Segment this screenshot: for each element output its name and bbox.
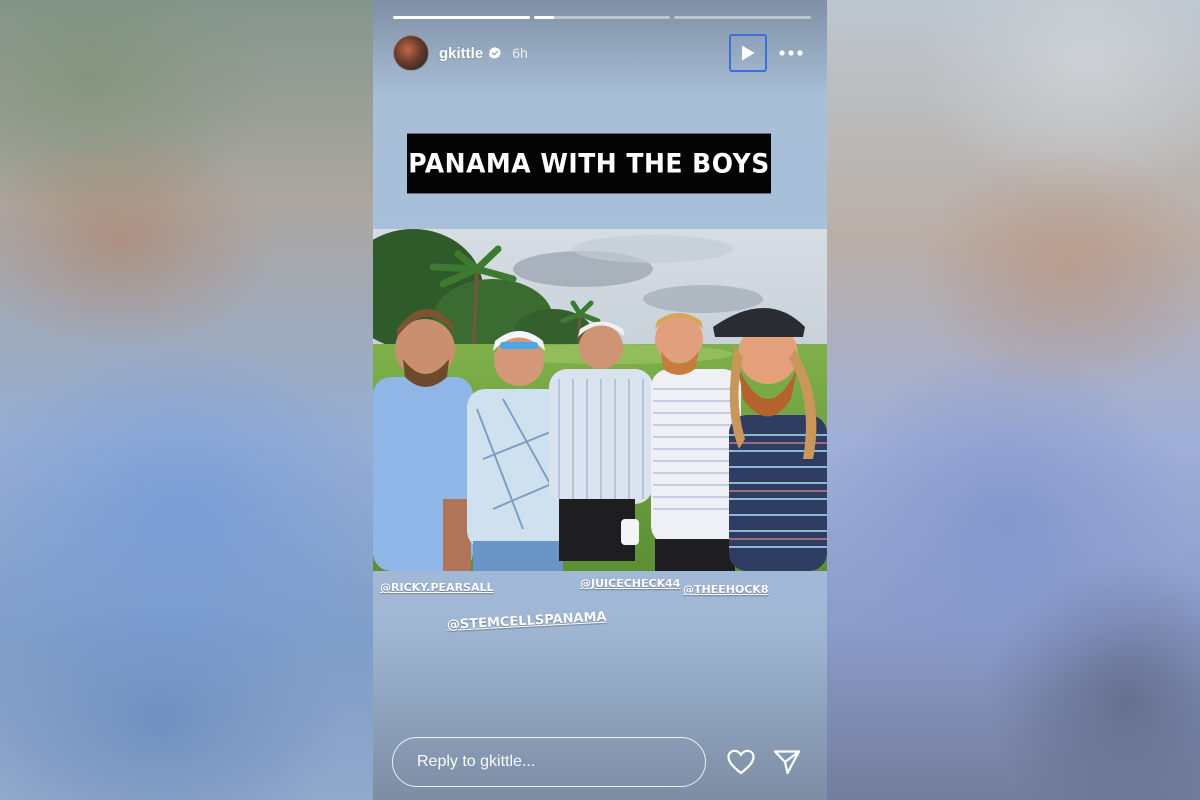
progress-segment — [533, 16, 671, 19]
heart-icon — [727, 749, 756, 775]
like-button[interactable] — [722, 742, 762, 782]
play-icon — [742, 45, 755, 61]
progress-segment — [393, 16, 530, 19]
more-horizontal-icon — [779, 50, 803, 56]
play-button[interactable] — [729, 34, 767, 72]
mention-tag[interactable]: @THEEHOCK8 — [683, 583, 769, 596]
share-button[interactable] — [767, 742, 807, 782]
username[interactable]: gkittle — [439, 45, 483, 62]
mention-tag[interactable]: @STEMCELLSPANAMA — [447, 610, 607, 633]
story-viewer: gkittle 6h PANAMA WITH THE BOYS @RICKY.P… — [373, 0, 827, 800]
reply-input[interactable]: Reply to gkittle... — [392, 737, 706, 787]
post-time: 6h — [512, 45, 528, 61]
story-photo — [373, 229, 827, 571]
reply-bar: Reply to gkittle... — [392, 737, 807, 787]
progress-segment — [674, 16, 812, 19]
story-progress — [393, 16, 812, 19]
more-options-button[interactable] — [775, 34, 807, 72]
mention-tag[interactable]: @RICKY.PEARSALL — [380, 581, 494, 594]
send-icon — [774, 750, 801, 775]
verified-badge-icon — [489, 46, 502, 59]
story-caption: PANAMA WITH THE BOYS — [407, 133, 771, 194]
story-header: gkittle 6h — [393, 33, 807, 73]
avatar[interactable] — [393, 35, 429, 71]
blurred-background-right — [827, 0, 1200, 800]
progress-fill — [393, 16, 530, 19]
blurred-background-left — [0, 0, 373, 800]
progress-fill — [533, 16, 555, 19]
mention-tag[interactable]: @JUICECHECK44 — [580, 577, 680, 590]
